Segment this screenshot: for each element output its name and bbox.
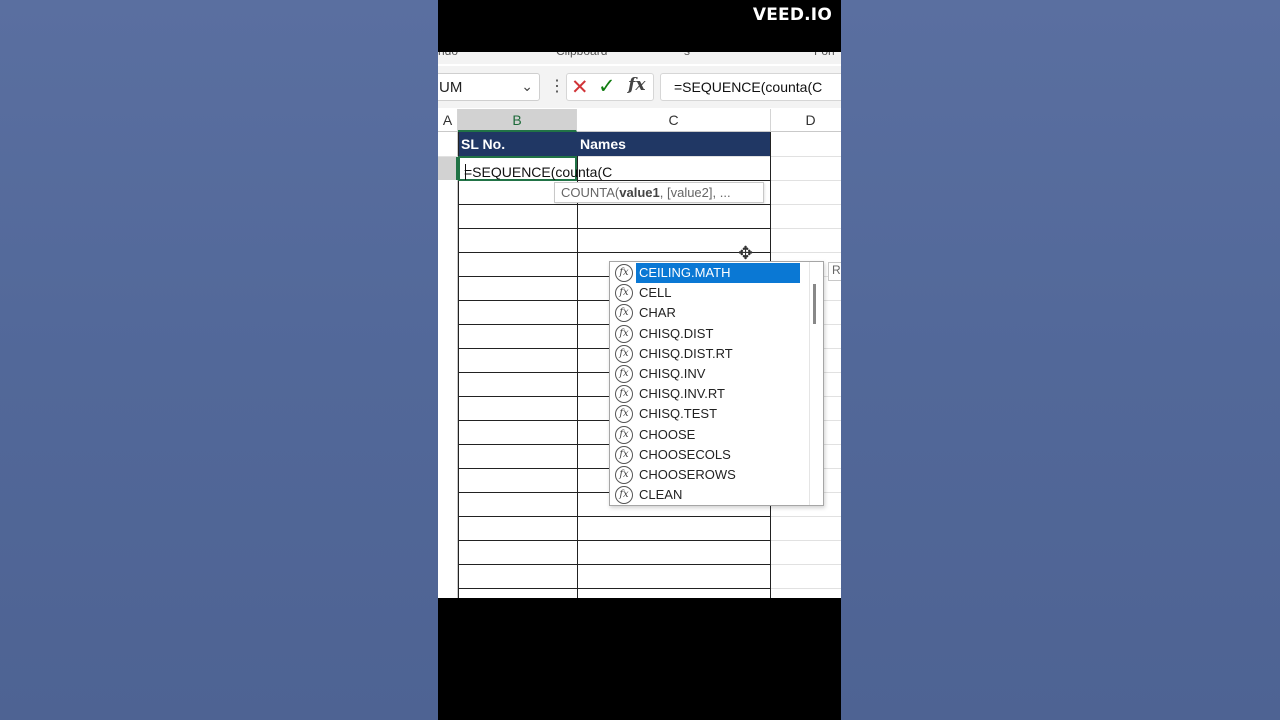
gridline	[771, 516, 841, 517]
autocomplete-item-label: CHOOSEROWS	[639, 467, 736, 482]
table-row-border	[458, 228, 771, 229]
more-options-icon[interactable]: ⋮	[549, 76, 565, 96]
tooltip-arg1: value1	[619, 185, 660, 200]
autocomplete-scrollbar-thumb[interactable]	[813, 284, 816, 324]
name-box[interactable]: UM ⌄	[438, 73, 540, 101]
chevron-down-icon[interactable]: ⌄	[521, 78, 533, 95]
table-row-border	[458, 540, 771, 541]
column-header-c[interactable]: C	[577, 109, 771, 132]
autocomplete-item-label: CHISQ.DIST	[639, 325, 714, 341]
function-icon: fx	[615, 304, 633, 323]
gridline	[771, 228, 841, 229]
function-icon: fx	[615, 385, 633, 404]
autocomplete-item[interactable]: fx CLEAN	[612, 485, 804, 505]
column-header-b[interactable]: B	[458, 109, 577, 132]
row-header-strip[interactable]	[438, 132, 458, 598]
autocomplete-item-label: CHOOSECOLS	[639, 446, 731, 462]
enter-checkmark-icon[interactable]: ✓	[598, 74, 616, 99]
table-row-border	[458, 588, 771, 589]
function-icon: fx	[615, 264, 633, 282]
veed-watermark: VEED.IO	[752, 5, 832, 25]
function-icon: fx	[615, 344, 633, 363]
table-border	[458, 132, 459, 598]
autocomplete-item-label: CHISQ.DIST.RT	[639, 345, 733, 361]
autocomplete-item-label: CELL	[639, 285, 672, 301]
side-popup-fragment: R	[828, 262, 841, 281]
autocomplete-scroll-track[interactable]	[809, 262, 810, 505]
autocomplete-item[interactable]: fx CHAR	[612, 303, 804, 323]
worksheet-grid[interactable]: A B C D SL No. Names =SEQUENCE(counta(C …	[438, 109, 841, 598]
formula-input[interactable]: =SEQUENCE(counta(C	[660, 73, 841, 101]
name-box-value: UM	[439, 79, 463, 96]
formula-buttons: ✕ ✓ fx	[566, 73, 654, 101]
autocomplete-item-label: CHAR	[639, 305, 676, 321]
column-header-a[interactable]: A	[438, 109, 458, 132]
tooltip-rest: , [value2], ...	[659, 185, 731, 200]
function-icon: fx	[615, 405, 633, 424]
table-row-border	[458, 204, 771, 205]
formula-text: =SEQUENCE(counta(C	[674, 79, 823, 95]
video-frame: VEED.IO ndoClipboardsFon UM ⌄ ⋮ ✕ ✓ fx =…	[438, 0, 841, 720]
autocomplete-item-label: CHISQ.INV.RT	[639, 386, 725, 402]
autocomplete-item-label: CLEAN	[639, 487, 683, 503]
autocomplete-item-label: CHISQ.INV	[639, 366, 706, 381]
function-icon: fx	[615, 284, 633, 303]
autocomplete-item[interactable]: fx CHISQ.INV.RT	[612, 384, 804, 404]
function-icon: fx	[615, 445, 633, 464]
gridline	[771, 180, 841, 181]
selected-row-header[interactable]	[438, 157, 458, 180]
autocomplete-item-label: CHISQ.TEST	[639, 406, 718, 422]
function-icon: fx	[615, 324, 633, 343]
gridline	[771, 540, 841, 541]
ribbon-cutoff: ndoClipboardsFon	[438, 52, 841, 64]
gridline	[771, 564, 841, 565]
excel-window: ndoClipboardsFon UM ⌄ ⋮ ✕ ✓ fx =SEQUENCE…	[438, 52, 841, 598]
function-autocomplete-list[interactable]: fx CEILING.MATH fx CELL fx CHAR fx CHISQ.DIST fx…	[609, 261, 824, 506]
table-row-border	[458, 252, 771, 253]
header-sl-no[interactable]: SL No.	[458, 132, 577, 156]
active-cell-b2[interactable]: =SEQUENCE(counta(C	[458, 156, 612, 181]
header-names[interactable]: Names	[577, 132, 771, 156]
gridline	[771, 252, 841, 253]
text-cursor	[465, 164, 466, 180]
autocomplete-item[interactable]: fx CHISQ.DIST.RT	[612, 344, 804, 364]
function-signature-tooltip[interactable]: COUNTA(value1, [value2], ...	[554, 182, 764, 203]
table-row-border	[458, 516, 771, 517]
function-icon: fx	[615, 425, 633, 444]
gridline	[771, 588, 841, 589]
table-row-border	[458, 564, 771, 565]
autocomplete-item[interactable]: fx CEILING.MATH	[612, 263, 804, 283]
autocomplete-item[interactable]: fx CHOOSEROWS	[612, 465, 804, 485]
table-border	[577, 156, 578, 598]
column-header-d[interactable]: D	[771, 109, 841, 132]
autocomplete-item[interactable]: fx CHISQ.DIST	[612, 324, 804, 344]
tooltip-function: COUNTA(	[561, 185, 620, 200]
autocomplete-item[interactable]: fx CHISQ.TEST	[612, 404, 804, 424]
move-cursor-icon: ✥	[738, 243, 754, 263]
autocomplete-item[interactable]: fx CELL	[612, 283, 804, 303]
autocomplete-item[interactable]: fx CHISQ.INV	[612, 364, 804, 384]
function-icon: fx	[615, 486, 633, 505]
autocomplete-item[interactable]: fx CHOOSE	[612, 425, 804, 445]
formula-bar: UM ⌄ ⋮ ✕ ✓ fx =SEQUENCE(counta(C	[438, 66, 841, 108]
autocomplete-item-label: CEILING.MATH	[636, 263, 800, 283]
function-icon: fx	[615, 365, 633, 383]
autocomplete-item-label: CHOOSE	[639, 426, 696, 442]
function-icon: fx	[615, 466, 633, 484]
autocomplete-item[interactable]: fx CHOOSECOLS	[612, 445, 804, 465]
insert-function-icon[interactable]: fx	[628, 75, 645, 95]
active-cell-value: =SEQUENCE(counta(C	[464, 164, 613, 180]
cancel-icon[interactable]: ✕	[571, 75, 589, 100]
gridline	[771, 204, 841, 205]
